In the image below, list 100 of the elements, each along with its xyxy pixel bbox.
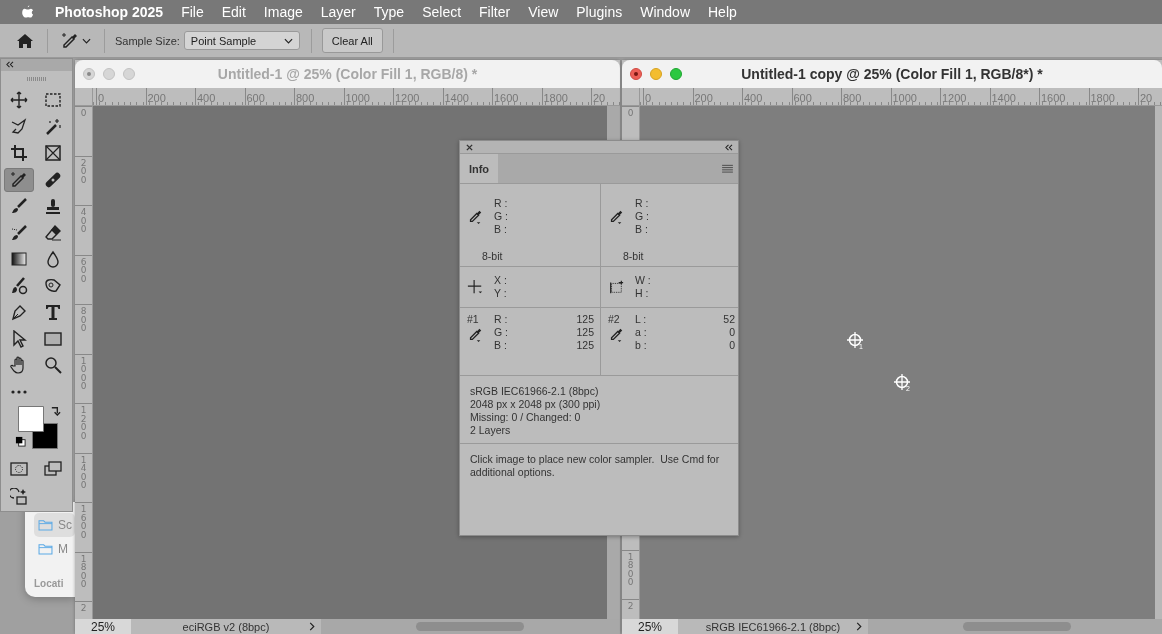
ruler-label: 1200 — [79, 404, 88, 443]
menu-item[interactable]: Type — [373, 4, 405, 20]
color-sampler-icon[interactable] — [893, 373, 911, 391]
crosshair-icon[interactable] — [467, 279, 483, 295]
zoom-field[interactable]: 25% — [622, 619, 678, 634]
color-sampler-icon[interactable] — [846, 331, 864, 349]
ruler-label: 1600 — [1040, 92, 1066, 104]
brush-icon — [10, 197, 28, 216]
eyedropper-icon[interactable] — [608, 208, 624, 225]
ruler-label: 1600 — [79, 503, 88, 542]
menu-item[interactable]: View — [528, 4, 559, 20]
caret-icon — [283, 37, 293, 44]
readout-value: 125 — [576, 326, 594, 339]
menu-item[interactable]: Plugins — [576, 4, 623, 20]
ruler-label: 1600 — [493, 92, 519, 104]
clear-all-button[interactable]: Clear All — [321, 28, 383, 53]
collapse-icon[interactable] — [724, 143, 733, 151]
ruler-label: 0 — [97, 92, 105, 104]
ruler-label: 20 — [592, 92, 606, 104]
sampler-number: #1 — [467, 313, 480, 326]
eyedropper-icon[interactable] — [467, 327, 483, 343]
ruler-label: 20 — [1139, 92, 1153, 104]
ruler-label: 800 — [842, 92, 862, 104]
magic-wand-icon — [44, 117, 62, 136]
menu-item[interactable]: Layer — [320, 4, 356, 20]
document-profile-button[interactable]: sRGB IEC61966-2.1 (8bpc) — [678, 619, 868, 634]
readout-value: 125 — [576, 339, 594, 352]
folder-icon — [38, 543, 53, 555]
rectangle-icon — [44, 329, 62, 348]
eyedropper-icon[interactable] — [608, 327, 624, 343]
default-colors-icon[interactable] — [15, 435, 26, 447]
sidebar-item[interactable]: Sc — [34, 513, 75, 537]
close-button[interactable] — [630, 68, 642, 80]
readout-label: L : — [635, 313, 647, 326]
apple-icon[interactable] — [19, 4, 35, 20]
tool-button[interactable] — [4, 167, 34, 192]
close-icon[interactable] — [466, 143, 473, 151]
document-profile-button[interactable]: eciRGB v2 (8bpc) — [131, 619, 321, 634]
swap-arrow-icon[interactable] — [50, 404, 61, 416]
zoom-field[interactable]: 25% — [75, 619, 131, 634]
caret-icon — [82, 37, 91, 44]
ruler-label: 1000 — [79, 354, 88, 393]
ruler-label: 1000 — [344, 92, 370, 104]
scrollbar-thumb[interactable] — [416, 622, 524, 631]
readout-label: W : — [635, 274, 651, 287]
menu-item[interactable]: Window — [640, 4, 690, 20]
ellipsis-icon — [10, 389, 28, 394]
menu-item[interactable]: Edit — [221, 4, 246, 20]
ruler-label: 400 — [196, 92, 216, 104]
stamp-icon — [44, 197, 62, 216]
ruler-label: 1800 — [1089, 92, 1115, 104]
readout-value: 0 — [729, 339, 735, 352]
ruler-label: 400 — [79, 206, 88, 236]
ruler-label: 600 — [792, 92, 812, 104]
menu-item[interactable]: Image — [263, 4, 303, 20]
sidebar-item[interactable]: M — [34, 537, 75, 561]
readout-label: G : — [494, 210, 508, 223]
window-title: Untitled-1 @ 25% (Color Fill 1, RGB/8) * — [216, 66, 479, 82]
eyedropper-icon[interactable] — [467, 208, 483, 225]
chevron-icon — [856, 622, 862, 631]
ruler-label: 0 — [79, 107, 88, 120]
menu-item[interactable]: Filter — [479, 4, 511, 20]
readout-value: 125 — [576, 313, 594, 326]
hint-text: Click image to place new color sampler. Use Cmd for additional options. — [469, 452, 721, 480]
marquee-icon — [44, 91, 62, 110]
readout-label: B : — [494, 339, 507, 352]
brush-icon — [10, 223, 28, 242]
readout-label: G : — [494, 326, 508, 339]
collapse-icon[interactable] — [5, 61, 14, 69]
gradient-icon — [10, 250, 28, 269]
readout-label: b : — [635, 339, 647, 352]
menu-item[interactable]: Help — [708, 4, 737, 20]
scrollbar-thumb[interactable] — [963, 622, 1071, 631]
pen-icon — [10, 303, 28, 322]
app-menu[interactable]: Photoshop 2025 — [55, 4, 164, 20]
document-info-line: 2048 px x 2048 px (300 ppi) — [470, 398, 602, 411]
ruler-label: 1000 — [891, 92, 917, 104]
readout-value: 0 — [729, 326, 735, 339]
ruler-label: 1800 — [626, 550, 635, 589]
readout-label: B : — [635, 223, 648, 236]
eyedropper-icon — [10, 170, 28, 189]
eraser-icon — [44, 223, 62, 242]
menu-icon[interactable] — [722, 164, 733, 173]
bit-depth-label[interactable]: 8-bit — [623, 250, 644, 263]
zoom-button[interactable] — [670, 68, 682, 80]
chevron-icon — [309, 622, 315, 631]
sample-size-dropdown[interactable]: Point Sample — [183, 31, 300, 50]
bit-depth-label[interactable]: 8-bit — [482, 250, 503, 263]
readout-label: a : — [635, 326, 647, 339]
menu-item[interactable]: File — [181, 4, 204, 20]
ruler-label: 1200 — [941, 92, 967, 104]
sponge-icon — [44, 276, 62, 295]
ruler-label: 1400 — [79, 453, 88, 492]
dotted-rectangle-icon[interactable] — [608, 279, 624, 295]
ruler-label: 2 — [79, 602, 88, 615]
menu-item[interactable]: Select — [422, 4, 462, 20]
eyedropper-icon — [61, 31, 79, 50]
foreground-color-swatch[interactable] — [18, 405, 44, 432]
info-tab[interactable]: Info — [460, 154, 498, 183]
ruler-label: 1400 — [990, 92, 1016, 104]
